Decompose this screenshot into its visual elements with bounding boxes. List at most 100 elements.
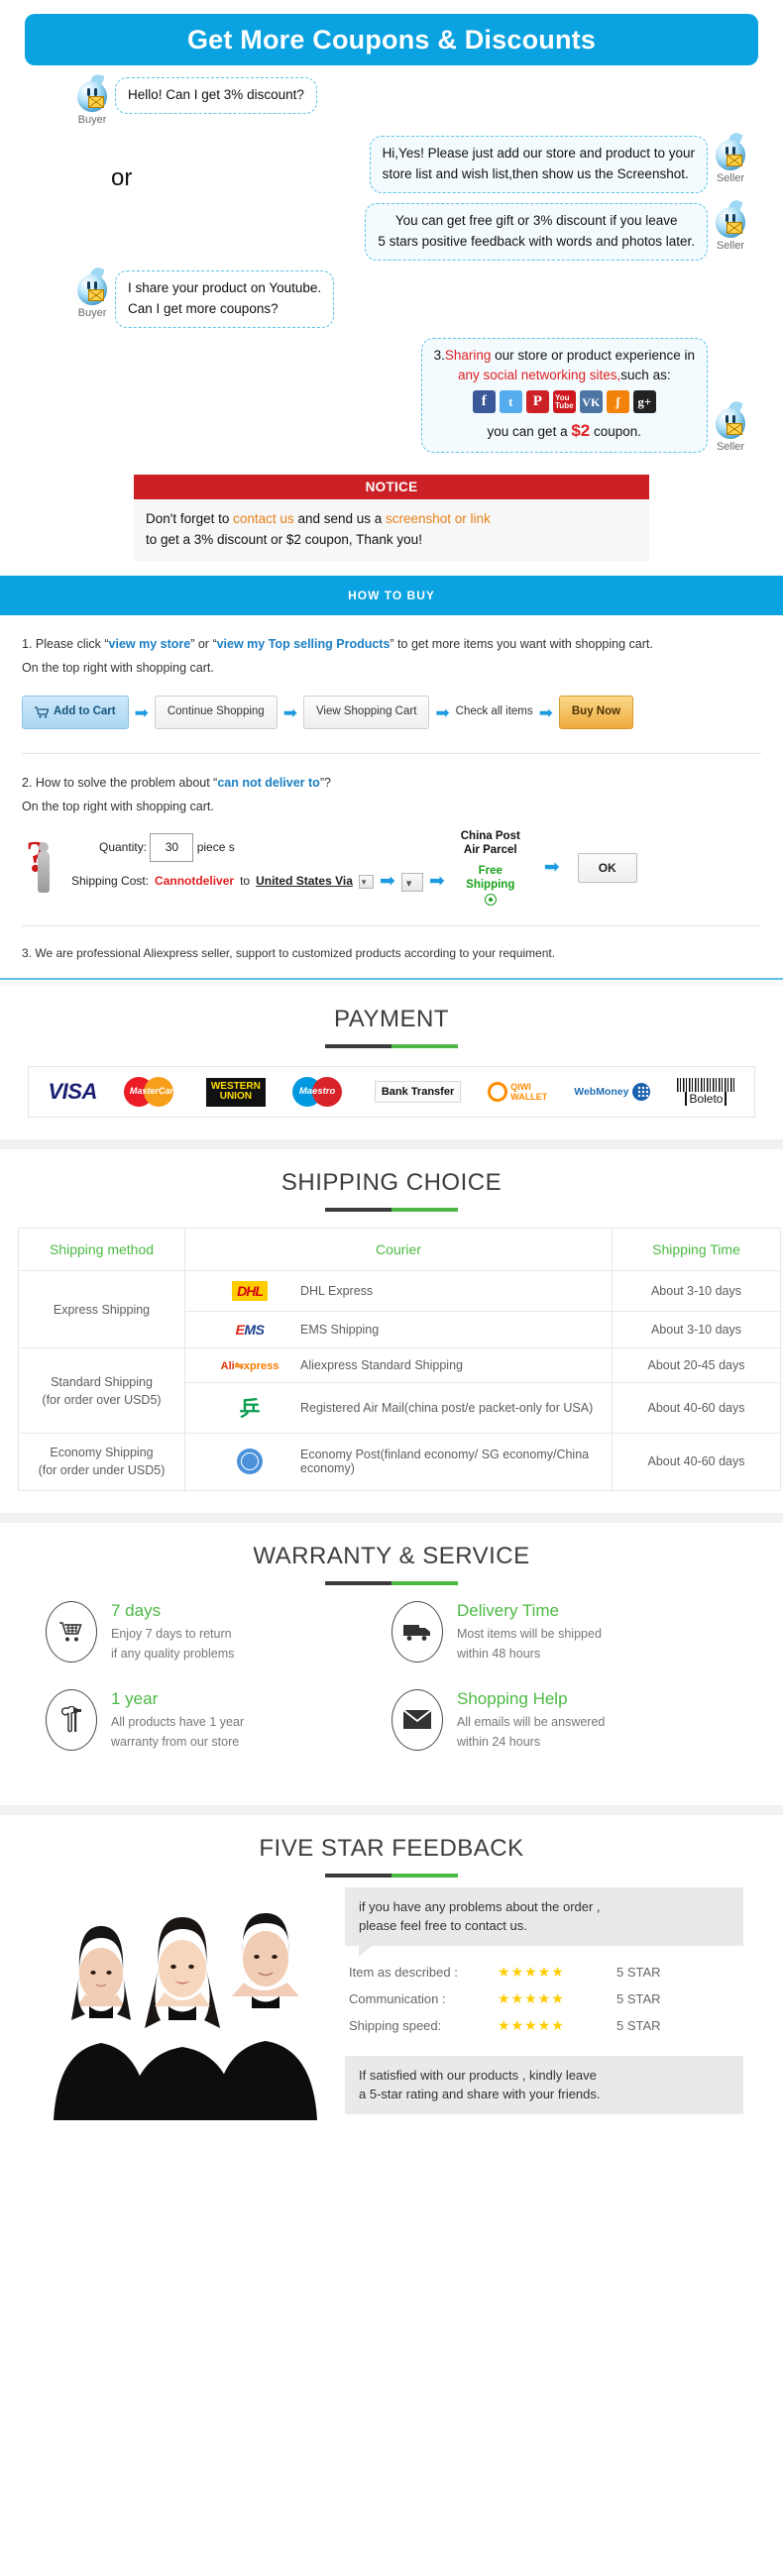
step2-post: ”? (319, 776, 331, 791)
share-rest2: such as: (620, 368, 671, 383)
social-icons: f t P You Tube VK ʃ g+ (434, 390, 695, 414)
time-ems: About 3-10 days (612, 1311, 781, 1349)
title-rule (325, 1208, 458, 1213)
feedback-bubble-top: if you have any problems about the order… (345, 1886, 743, 1957)
quantity-label: Quantity: (99, 839, 148, 854)
googleplus-icon[interactable]: g+ (632, 390, 656, 414)
view-my-store-link[interactable]: view my store (109, 637, 191, 651)
courier-aliexpress: Ali⇋xpress Aliexpress Standard Shipping (184, 1347, 613, 1384)
seller-label-2: Seller (716, 239, 745, 252)
notice-text-b: and send us a (293, 510, 387, 526)
view-shopping-cart-button[interactable]: View Shopping Cart (302, 696, 430, 730)
courier-name: EMS Shipping (300, 1323, 380, 1338)
team-photo-illustration (34, 1886, 331, 2120)
bubble-bottom-line2: a 5-star rating and share with your frie… (359, 2087, 601, 2101)
method-label: Standard Shipping (51, 1374, 153, 1389)
mastercard-logo: MasterCard (123, 1077, 179, 1108)
country-dropdown-icon[interactable] (358, 873, 374, 892)
free-shipping-radio[interactable] (484, 894, 497, 907)
how-to-buy-banner: HOW TO BUY (0, 575, 783, 615)
rating-label: Item as described : (349, 1964, 458, 1980)
mail-icon (727, 221, 742, 234)
share-highlight2: any social networking sites, (457, 368, 621, 383)
facebook-icon[interactable]: f (472, 390, 496, 414)
feedback-content: if you have any problems about the order… (18, 1878, 765, 2120)
chat-text-line2: 5 stars positive feedback with words and… (378, 233, 695, 249)
warranty-heading: Shopping Help (457, 1688, 568, 1708)
rss-icon[interactable]: ʃ (606, 390, 629, 414)
shipping-calc-fields: Quantity: 30 piece s Shipping Cost: Cann… (71, 832, 445, 902)
rating-row: Communication : ★★★★★ 5 STAR (349, 1990, 739, 2007)
to-label: to (240, 874, 251, 889)
boleto-label: Boleto (685, 1092, 727, 1107)
shipping-cost-label: Shipping Cost: (71, 874, 150, 889)
coupon-banner: Get More Coupons & Discounts (25, 14, 758, 65)
arrow-right-icon: ➡ (543, 857, 560, 878)
method-label: Express Shipping (53, 1302, 151, 1317)
share-footer: you can get a $2 coupon. (434, 418, 695, 444)
carrier-info: China Post Air Parcel Free Shipping (461, 829, 520, 907)
seller-icon (714, 131, 747, 171)
china-post-logo: 乒 (239, 1397, 261, 1422)
step1-mid: ” or “ (190, 636, 217, 651)
youtube-icon[interactable]: You Tube (552, 390, 576, 414)
seller-label-1: Seller (716, 172, 745, 184)
share-line1: 3.Sharing our store or product experienc… (434, 346, 695, 367)
buy-steps: Add to Cart ➡ Continue Shopping ➡ View S… (22, 696, 761, 730)
step2-pre: 2. How to solve the problem about “ (22, 776, 218, 791)
courier-ems: EMS EMS Shipping (184, 1311, 613, 1349)
payment-title: PAYMENT (334, 1006, 449, 1033)
continue-shopping-button[interactable]: Continue Shopping (154, 696, 278, 730)
rating-label: Shipping speed: (349, 2017, 442, 2033)
add-to-cart-label: Add to Cart (54, 705, 116, 718)
check-all-items-label: Check all items (455, 705, 533, 718)
chat-bubble-seller-2: You can get free gift or 3% discount if … (365, 202, 708, 261)
col-courier: Courier (184, 1228, 613, 1272)
howto-step1-line2: On the top right with shopping cart. (22, 660, 214, 675)
cannot-deliver-text: Cannotdeliver (155, 874, 235, 889)
courier-name: Registered Air Mail(china post/e packet-… (300, 1401, 594, 1416)
maestro-logo: Maestro (291, 1077, 348, 1108)
star-rating-icon: ★★★★★ (498, 1963, 565, 1980)
contact-us-link[interactable]: contact us (233, 511, 294, 526)
chat-section: Buyer Hello! Can I get 3% discount? or H… (0, 65, 783, 467)
ok-button[interactable]: OK (577, 852, 637, 883)
bubble-top-line2: please feel free to contact us. (359, 1918, 527, 1933)
shipping-section: SHIPPING CHOICE Shipping method Courier … (0, 1149, 783, 1513)
can-not-deliver-link[interactable]: can not deliver to (217, 776, 320, 790)
chat-row-seller-3: 3.Sharing our store or product experienc… (22, 337, 753, 453)
top-selling-products-link[interactable]: view my Top selling Products (217, 637, 391, 651)
pinterest-icon[interactable]: P (525, 390, 549, 414)
add-to-cart-button[interactable]: Add to Cart (22, 696, 129, 730)
time-china-post: About 40-60 days (612, 1382, 781, 1435)
notice-header: NOTICE (134, 474, 649, 499)
qiwi-circle-icon (488, 1082, 508, 1103)
buy-now-button[interactable]: Buy Now (558, 696, 634, 730)
dhl-logo: DHL (213, 1281, 286, 1302)
chat-bubble-buyer-2: I share your product on Youtube. Can I g… (115, 269, 335, 328)
tools-icon (46, 1688, 97, 1751)
vk-icon[interactable]: VK (579, 390, 603, 414)
carrier-dropdown-icon[interactable] (400, 872, 423, 896)
share-line2: any social networking sites,such as: (434, 366, 695, 386)
screenshot-link[interactable]: screenshot or link (386, 511, 491, 526)
title-rule (325, 1044, 458, 1049)
howto-step3: 3. We are professional Aliexpress seller… (22, 946, 556, 961)
feedback-bubble-bottom: If satisfied with our products , kindly … (345, 2055, 743, 2114)
twitter-icon[interactable]: t (499, 390, 522, 414)
warranty-line2: within 24 hours (457, 1734, 541, 1749)
share-highlight1: Sharing (444, 347, 492, 363)
notice-box: NOTICE Don't forget to contact us and se… (134, 474, 649, 562)
method-express: Express Shipping (18, 1270, 185, 1349)
un-post-logo (213, 1449, 286, 1475)
method-label: Economy Shipping (50, 1446, 154, 1460)
title-rule (325, 1580, 458, 1585)
arrow-right-icon: ➡ (538, 702, 553, 722)
warranty-item-1year: 1 year All products have 1 year warranty… (46, 1688, 392, 1752)
quantity-input[interactable]: 30 (150, 832, 194, 863)
bubble-bottom-line1: If satisfied with our products , kindly … (359, 2067, 597, 2083)
col-shipping-method: Shipping method (18, 1228, 185, 1272)
country-select[interactable]: United States Via (256, 869, 353, 894)
shipping-table: Shipping method Courier Shipping Time Ex… (18, 1228, 781, 1491)
seller-label-3: Seller (716, 440, 745, 453)
